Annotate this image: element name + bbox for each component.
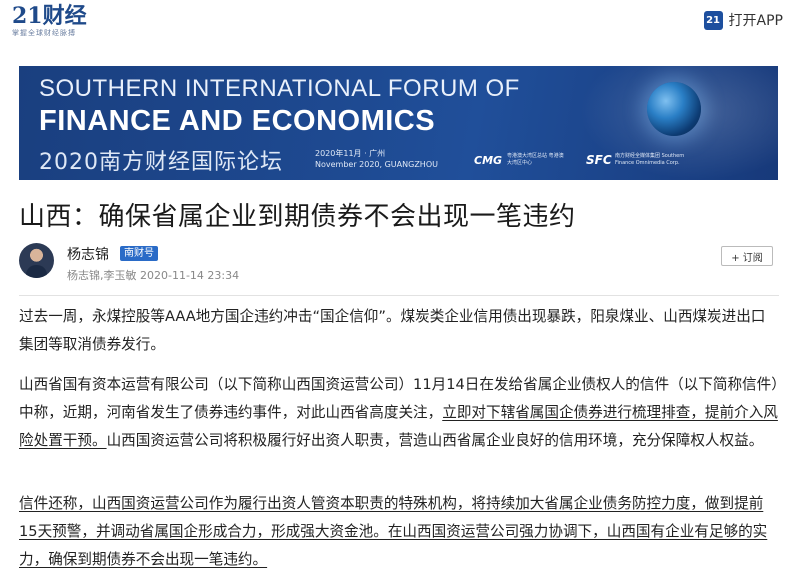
logo-tagline: 掌握全球财经脉搏 (12, 29, 76, 37)
banner-date-en: November 2020, GUANGZHOU (315, 160, 438, 169)
paragraph-2-text-b: 山西国资运营公司将积极履行好出资人职责，营造山西省属企业良好的信用环境，充分保障… (106, 432, 764, 449)
divider (19, 295, 779, 296)
sfc-logo-caption: 南方财经全媒体集团 Southern Finance Omnimedia Cor… (615, 153, 685, 166)
author-avatar[interactable] (19, 243, 54, 278)
globe-icon (647, 82, 701, 136)
cmg-logo-caption: 粤港澳大湾区总站 粤港澳大湾区中心 (507, 153, 564, 166)
banner-title-line1: SOUTHERN INTERNATIONAL FORUM OF (39, 75, 520, 102)
site-logo[interactable]: 21财经 掌握全球财经脉搏 (12, 4, 87, 38)
open-app-label: 打开APP (728, 13, 783, 29)
cmg-logo: CMG (474, 154, 503, 167)
paragraph-1: 过去一周，永煤控股等AAA地方国企违约冲击“国企信仰”。煤炭类企业信用债出现暴跌… (19, 308, 766, 353)
top-bar: 21财经 掌握全球财经脉搏 21 打开APP (0, 0, 799, 44)
forum-banner[interactable]: SOUTHERN INTERNATIONAL FORUM OF FINANCE … (19, 66, 778, 180)
open-app-button[interactable]: 21 打开APP (703, 10, 783, 30)
author-badge: 南财号 (120, 246, 158, 261)
banner-date: 2020年11月 · 广州 November 2020, GUANGZHOU (315, 148, 438, 170)
app-logo-icon: 21 (703, 10, 723, 30)
banner-date-cn: 2020年11月 · 广州 (315, 149, 386, 158)
sfc-logo: SFC (586, 153, 612, 167)
banner-title-cn: 2020南方财经国际论坛 (39, 150, 283, 175)
author-meta: 杨志锦,李玉敏 2020-11-14 23:34 (67, 269, 240, 282)
banner-title-line2: FINANCE AND ECONOMICS (39, 105, 436, 137)
author-block: 杨志锦 南财号 杨志锦,李玉敏 2020-11-14 23:34 + 订阅 (19, 243, 779, 283)
author-name[interactable]: 杨志锦 (67, 244, 109, 264)
paragraph-2: 山西省国有资本运营有限公司（以下简称山西国资运营公司）11月14日在发给省属企业… (19, 371, 779, 455)
logo-text: 21财经 (12, 3, 87, 29)
article-title: 山西：确保省属企业到期债券不会出现一笔违约 (19, 202, 576, 232)
subscribe-button[interactable]: + 订阅 (721, 246, 773, 266)
paragraph-3: 信件还称，山西国资运营公司作为履行出资人管资本职责的特殊机构，将持续加大省属企业… (19, 495, 768, 568)
